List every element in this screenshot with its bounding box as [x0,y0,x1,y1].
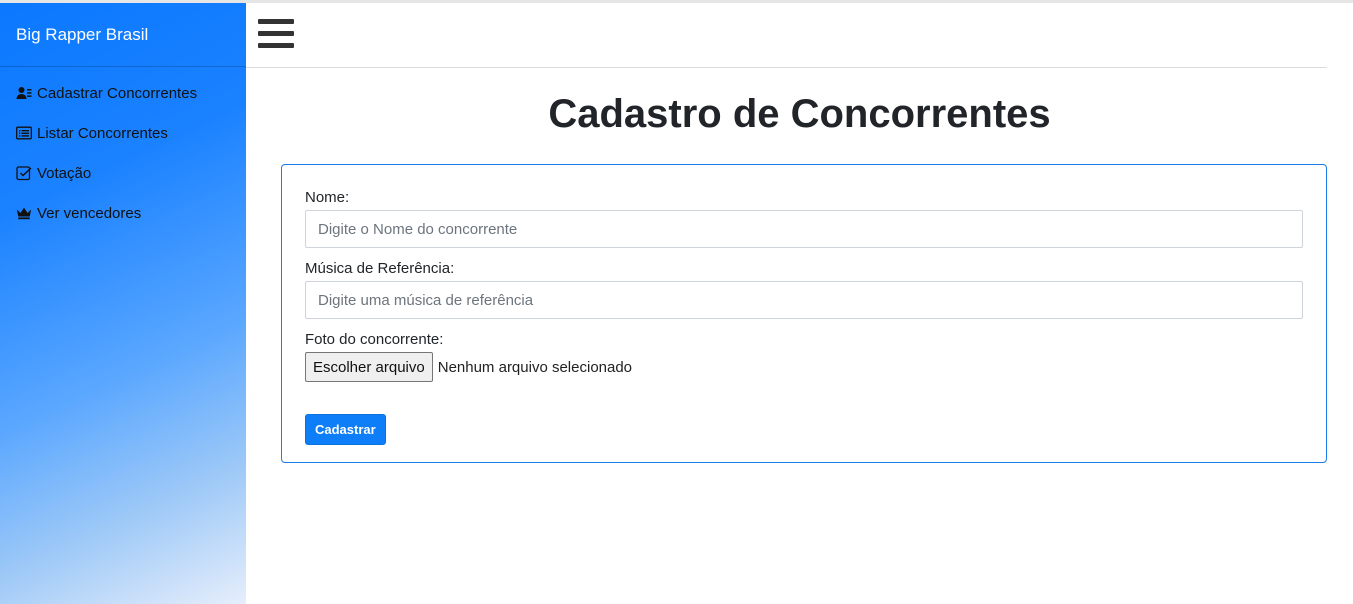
hamburger-line [258,43,294,48]
brand-title[interactable]: Big Rapper Brasil [0,3,246,67]
photo-label: Foto do concorrente: [305,331,444,348]
hamburger-line [258,31,294,36]
sidebar-item-label: Votação [37,164,92,182]
list-icon [16,124,34,142]
sidebar-item-label: Cadastrar Concorrentes [37,84,198,102]
sidebar-item-label: Listar Concorrentes [37,124,168,142]
crown-icon [16,204,34,222]
user-list-icon [16,84,34,102]
hamburger-line [258,19,294,24]
name-input[interactable] [305,210,1303,248]
sidebar-menu: Cadastrar Concorrentes Listar Concorrent… [0,67,246,233]
submit-button[interactable]: Cadastrar [305,414,386,445]
choose-file-button[interactable]: Escolher arquivo [305,352,433,382]
photo-group: Foto do concorrente: Escolher arquivo Ne… [305,331,1303,382]
music-input[interactable] [305,281,1303,319]
register-form: Nome: Música de Referência: Foto do conc… [281,164,1327,463]
name-label: Nome: [305,189,350,206]
check-square-icon [16,164,34,182]
sidebar: Big Rapper Brasil Cadastrar Concorrentes… [0,3,246,604]
name-group: Nome: [305,189,1303,248]
sidebar-item-vencedores[interactable]: Ver vencedores [0,193,246,233]
file-input: Escolher arquivo Nenhum arquivo selecion… [305,352,1303,382]
topbar [246,3,1327,68]
sidebar-item-listar[interactable]: Listar Concorrentes [0,113,246,153]
sidebar-item-label: Ver vencedores [37,204,142,222]
page-title: Cadastro de Concorrentes [548,92,1051,136]
hamburger-icon[interactable] [258,19,294,49]
music-group: Música de Referência: [305,260,1303,319]
sidebar-item-cadastrar[interactable]: Cadastrar Concorrentes [0,73,246,113]
music-label: Música de Referência: [305,260,455,277]
file-status: Nenhum arquivo selecionado [437,358,633,376]
sidebar-item-votacao[interactable]: Votação [0,153,246,193]
